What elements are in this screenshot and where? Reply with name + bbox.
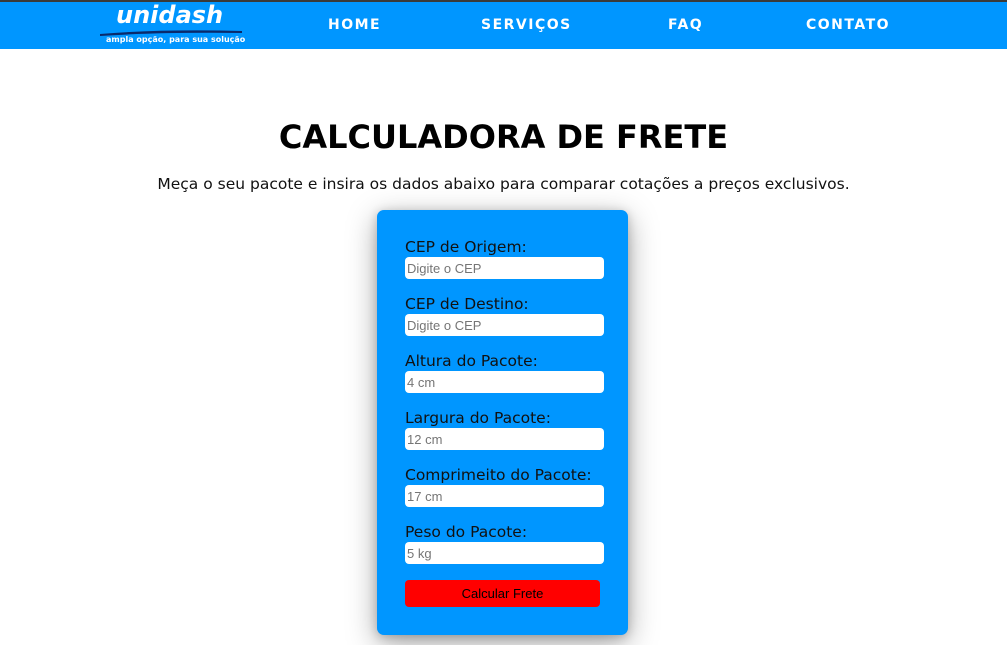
page-title: CALCULADORA DE FRETE [278, 118, 729, 156]
height-input[interactable] [405, 371, 604, 393]
nav-faq-link[interactable]: FAQ [668, 17, 703, 33]
destination-cep-label: CEP de Destino: [405, 295, 529, 313]
nav-home-link[interactable]: HOME [328, 17, 381, 33]
freight-form-card: CEP de Origem: CEP de Destino: Altura do… [377, 210, 628, 635]
destination-cep-input[interactable] [405, 314, 604, 336]
origin-cep-label: CEP de Origem: [405, 238, 527, 256]
brand-name: unidash [116, 1, 224, 29]
calculate-freight-button[interactable]: Calcular Frete [405, 580, 600, 607]
length-label: Comprimeito do Pacote: [405, 466, 592, 484]
origin-cep-input[interactable] [405, 257, 604, 279]
top-navbar: unidash ampla opção, para sua solução HO… [0, 1, 1007, 49]
weight-input[interactable] [405, 542, 604, 564]
nav-contato-link[interactable]: CONTATO [806, 17, 890, 33]
width-label: Largura do Pacote: [405, 409, 551, 427]
length-input[interactable] [405, 485, 604, 507]
brand-tagline: ampla opção, para sua solução [106, 35, 246, 44]
brand-logo[interactable]: unidash ampla opção, para sua solução [100, 1, 246, 48]
weight-label: Peso do Pacote: [405, 523, 528, 541]
height-label: Altura do Pacote: [405, 352, 538, 370]
page-subtitle: Meça o seu pacote e insira os dados abai… [157, 175, 850, 193]
nav-servicos-link[interactable]: SERVIÇOS [481, 17, 572, 33]
width-input[interactable] [405, 428, 604, 450]
